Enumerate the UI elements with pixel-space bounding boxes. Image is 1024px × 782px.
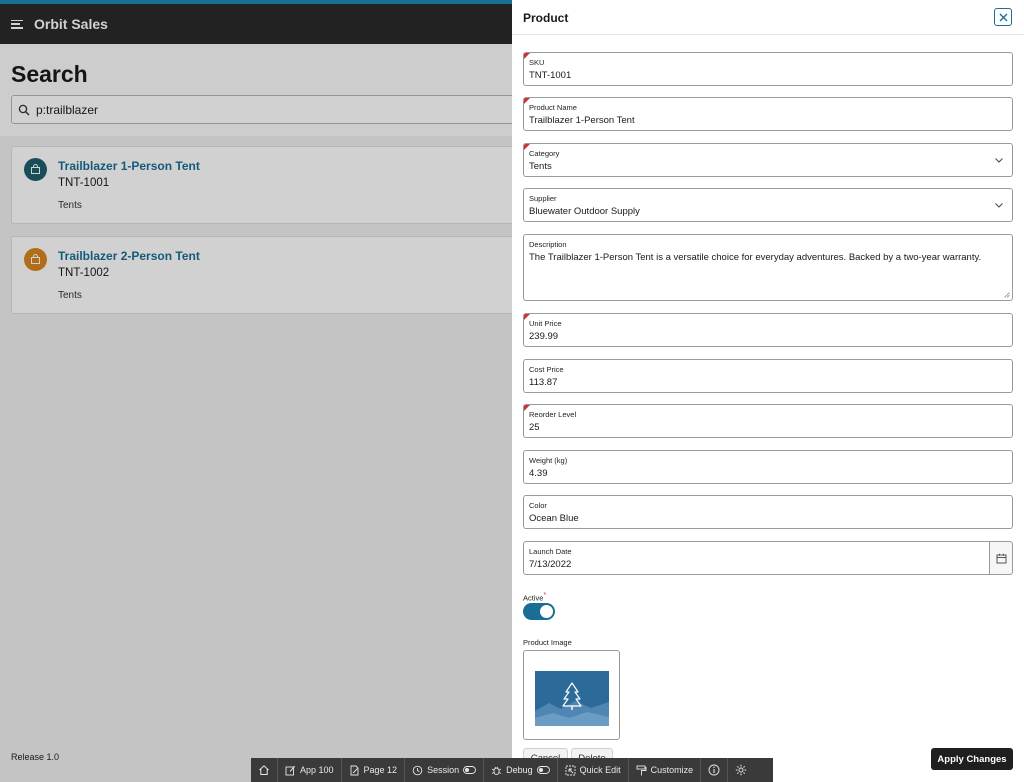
quick-edit-icon <box>565 765 576 775</box>
edit-icon <box>285 765 296 775</box>
dev-page-label: Page 12 <box>363 765 398 775</box>
drawer-divider <box>512 34 1024 35</box>
field-label: Unit Price <box>529 319 562 328</box>
field-label: Reorder Level <box>529 410 577 419</box>
close-icon <box>999 13 1007 21</box>
toggle-small-icon <box>536 766 550 774</box>
required-marker: * <box>543 592 547 599</box>
dev-settings-button[interactable] <box>728 758 754 782</box>
dev-session-label: Session <box>427 765 460 775</box>
dev-info-button[interactable] <box>701 758 729 782</box>
field-label: SKU <box>529 58 545 67</box>
resize-handle-icon[interactable] <box>1004 292 1010 298</box>
dev-app-label: App 100 <box>300 765 334 775</box>
product-drawer: Product SKU TNT-1001 Product Name Trailb… <box>512 0 1024 782</box>
toggle-small-icon <box>463 766 477 774</box>
supplier-value[interactable]: Bluewater Outdoor Supply <box>529 206 640 217</box>
weight-field[interactable]: Weight (kg) 4.39 <box>523 450 1013 484</box>
modal-overlay[interactable] <box>0 4 512 782</box>
field-label: Category <box>529 149 560 158</box>
sku-field[interactable]: SKU TNT-1001 <box>523 52 1013 86</box>
field-label: Cost Price <box>529 365 564 374</box>
field-label: Weight (kg) <box>529 456 568 465</box>
unit-price-input[interactable]: 239.99 <box>529 331 558 342</box>
category-select[interactable]: Category Tents <box>523 143 1013 177</box>
field-label: Product Name <box>529 103 577 112</box>
category-value[interactable]: Tents <box>529 161 552 172</box>
field-label: Color <box>529 501 547 510</box>
dev-quick-edit-button[interactable]: Quick Edit <box>558 758 629 782</box>
paint-roller-icon <box>636 765 647 775</box>
dev-debug-label: Debug <box>506 765 533 775</box>
drawer-title: Product <box>523 11 569 25</box>
dev-quick-edit-label: Quick Edit <box>579 765 621 775</box>
unit-price-field[interactable]: Unit Price 239.99 <box>523 313 1013 347</box>
product-image-box[interactable] <box>523 650 620 740</box>
dev-customize-button[interactable]: Customize <box>629 758 702 782</box>
active-label: Active* <box>523 592 546 603</box>
weight-input[interactable]: 4.39 <box>529 468 548 479</box>
cost-price-field[interactable]: Cost Price 113.87 <box>523 359 1013 393</box>
dev-session-button[interactable]: Session <box>405 758 485 782</box>
color-field[interactable]: Color Ocean Blue <box>523 495 1013 529</box>
reorder-level-field[interactable]: Reorder Level 25 <box>523 404 1013 438</box>
chevron-down-icon <box>995 203 1003 208</box>
home-icon <box>259 765 269 775</box>
session-icon <box>412 765 423 775</box>
release-label: Release 1.0 <box>11 752 60 762</box>
description-textarea[interactable]: The Trailblazer 1-Person Tent is a versa… <box>529 252 1004 264</box>
gear-icon <box>735 764 747 776</box>
info-icon <box>708 764 720 776</box>
dev-page-button[interactable]: Page 12 <box>342 758 406 782</box>
reorder-level-input[interactable]: 25 <box>529 422 540 433</box>
toggle-knob <box>540 605 553 618</box>
field-label: Launch Date <box>529 547 572 556</box>
supplier-select[interactable]: Supplier Bluewater Outdoor Supply <box>523 188 1013 222</box>
apply-changes-button[interactable]: Apply Changes <box>931 748 1013 770</box>
bug-icon <box>491 766 502 775</box>
page-edit-icon <box>350 765 358 775</box>
dev-home-button[interactable] <box>251 758 278 782</box>
launch-date-field[interactable]: Launch Date 7/13/2022 <box>523 541 990 575</box>
launch-date-input[interactable]: 7/13/2022 <box>529 559 571 570</box>
pine-tree-image <box>535 671 609 726</box>
dev-customize-label: Customize <box>650 765 694 775</box>
active-toggle[interactable] <box>523 603 555 620</box>
active-label-text: Active <box>523 593 544 603</box>
field-label: Supplier <box>529 194 557 203</box>
sku-input[interactable]: TNT-1001 <box>529 70 571 81</box>
chevron-down-icon <box>995 158 1003 163</box>
product-image-label: Product Image <box>523 638 572 647</box>
close-button[interactable] <box>994 8 1012 26</box>
description-field[interactable]: Description The Trailblazer 1-Person Ten… <box>523 234 1013 301</box>
developer-toolbar: App 100 Page 12 Session Debug Quick Edit… <box>251 758 773 782</box>
dev-app-button[interactable]: App 100 <box>278 758 342 782</box>
cost-price-input[interactable]: 113.87 <box>529 377 557 388</box>
calendar-icon <box>996 553 1006 563</box>
product-name-field[interactable]: Product Name Trailblazer 1-Person Tent <box>523 97 1013 131</box>
product-name-input[interactable]: Trailblazer 1-Person Tent <box>529 115 635 126</box>
dev-debug-button[interactable]: Debug <box>484 758 558 782</box>
date-picker-button[interactable] <box>990 541 1013 575</box>
color-input[interactable]: Ocean Blue <box>529 513 579 524</box>
field-label: Description <box>529 240 567 249</box>
